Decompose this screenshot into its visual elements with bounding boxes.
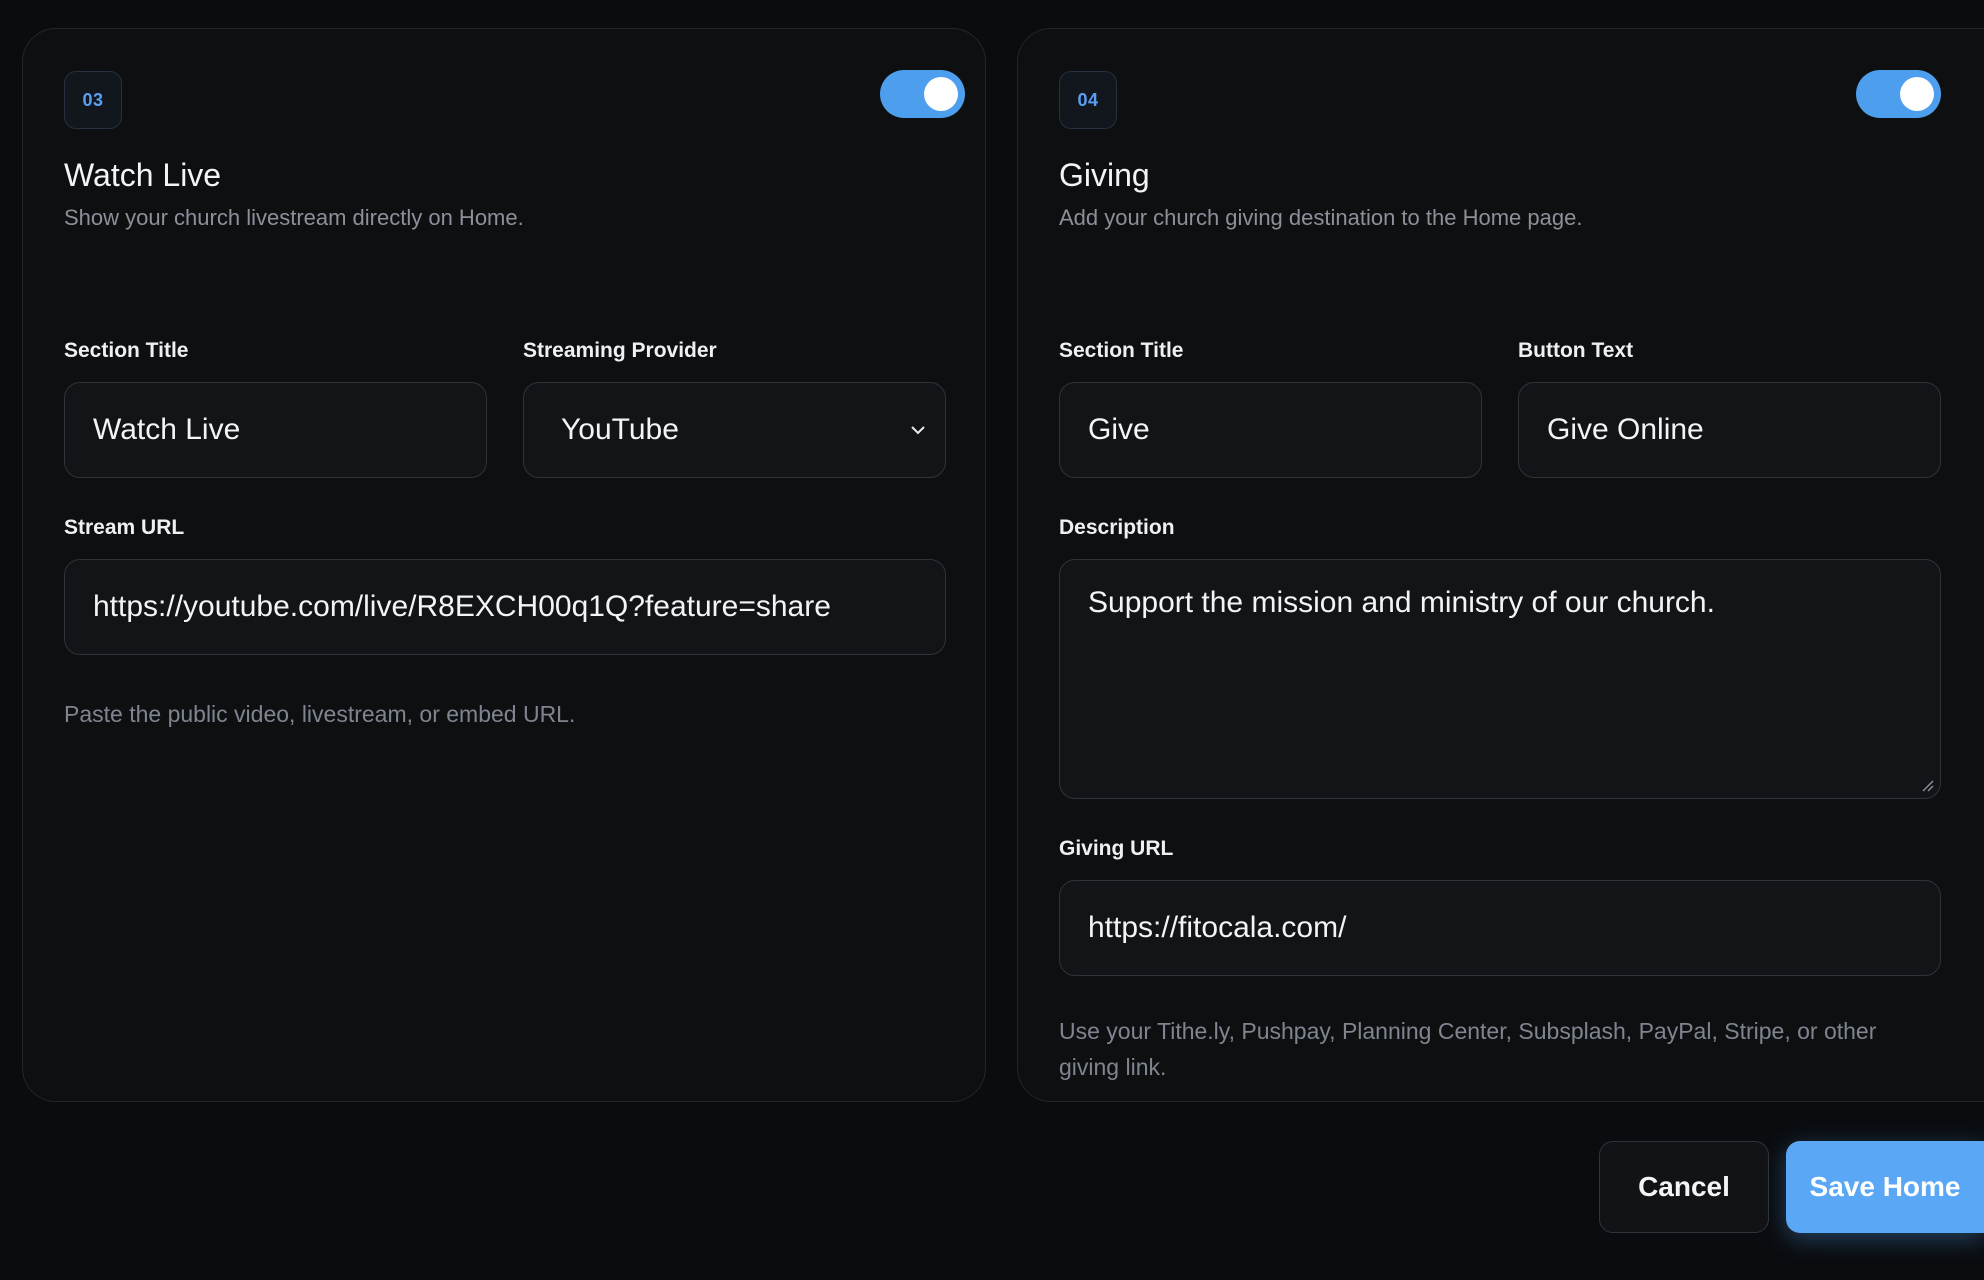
section-title-label: Section Title — [1059, 339, 1184, 362]
resize-handle-icon[interactable] — [1920, 778, 1934, 792]
streaming-provider-select[interactable]: YouTube — [523, 382, 946, 478]
stream-url-help: Paste the public video, livestream, or e… — [64, 701, 576, 727]
card-title: Watch Live — [64, 157, 222, 193]
streaming-provider-value: YouTube — [561, 413, 679, 446]
giving-url-input[interactable]: https://fitocala.com/ — [1059, 880, 1941, 976]
section-number-badge: 03 — [64, 71, 122, 129]
section-number-badge: 04 — [1059, 71, 1117, 129]
description-label: Description — [1059, 516, 1175, 539]
cancel-button[interactable]: Cancel — [1599, 1141, 1769, 1233]
card-description: Add your church giving destination to th… — [1059, 205, 1583, 230]
giving-card: 04 Giving Add your church giving destina… — [1017, 28, 1984, 1102]
card-description: Show your church livestream directly on … — [64, 205, 524, 230]
toggle-knob — [924, 77, 958, 111]
section-title-input[interactable]: Give — [1059, 382, 1482, 478]
streaming-provider-label: Streaming Provider — [523, 339, 717, 362]
giving-enable-toggle[interactable] — [1856, 70, 1941, 118]
button-text-input[interactable]: Give Online — [1518, 382, 1941, 478]
save-home-button[interactable]: Save Home — [1786, 1141, 1984, 1233]
giving-url-label: Giving URL — [1059, 837, 1174, 860]
chevron-down-icon — [911, 426, 925, 435]
section-title-input[interactable]: Watch Live — [64, 382, 487, 478]
watch-live-enable-toggle[interactable] — [880, 70, 965, 118]
card-title: Giving — [1059, 157, 1150, 193]
giving-url-help: Use your Tithe.ly, Pushpay, Planning Cen… — [1059, 1018, 1877, 1080]
stream-url-input[interactable]: https://youtube.com/live/R8EXCH00q1Q?fea… — [64, 559, 946, 655]
section-title-label: Section Title — [64, 339, 189, 362]
description-value: Support the mission and ministry of our … — [1088, 586, 1715, 619]
toggle-knob — [1900, 77, 1934, 111]
button-text-label: Button Text — [1518, 339, 1634, 362]
stream-url-label: Stream URL — [64, 516, 185, 539]
watch-live-card: 03 Watch Live Show your church livestrea… — [22, 28, 986, 1102]
description-textarea[interactable]: Support the mission and ministry of our … — [1059, 559, 1941, 799]
